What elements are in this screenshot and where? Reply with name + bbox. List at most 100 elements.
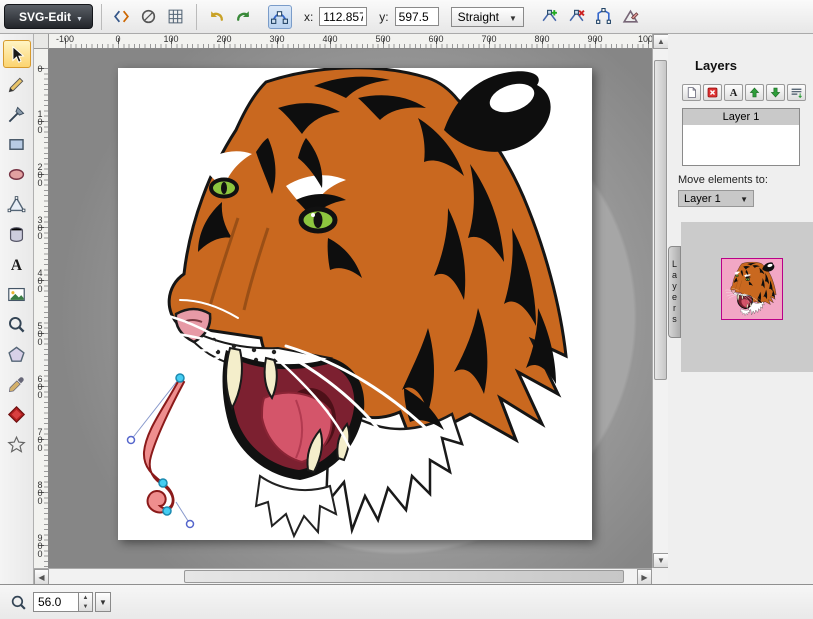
add-node-icon [541,8,558,25]
scroll-up-arrow[interactable]: ▲ [653,34,669,49]
source-code-icon [113,8,130,25]
convert-path-button[interactable] [619,5,643,29]
open-path-button[interactable] [592,5,616,29]
node-x-input[interactable] [319,7,367,26]
chevron-down-icon [76,10,83,24]
ruler-label: 600 [428,34,443,44]
ellipse-tool[interactable] [3,160,31,188]
scroll-right-arrow[interactable]: ▶ [637,569,652,585]
delete-layer-button[interactable] [703,84,722,101]
pen-line-icon [7,105,26,124]
canvas-artwork [118,68,592,540]
tb-group-node [538,5,643,29]
add-node-button[interactable] [538,5,562,29]
cylinder-tool[interactable] [3,220,31,248]
new-layer-button[interactable] [682,84,701,101]
scroll-left-arrow[interactable]: ◀ [34,569,49,585]
ruler-label: 0 [35,64,45,72]
canvas-workarea[interactable] [49,49,652,568]
red-diamond-icon [7,405,26,424]
horizontal-scroll-thumb[interactable] [184,570,624,583]
path-edit-overlay [128,374,194,528]
redo-button[interactable] [232,5,256,29]
ruler-corner [34,34,49,49]
grid-icon [167,8,184,25]
canvas-page[interactable] [118,68,592,540]
polygon-tool[interactable] [3,340,31,368]
move-layer-down-button[interactable] [766,84,785,101]
star-tool[interactable] [3,430,31,458]
layer-list[interactable]: Layer 1 [682,108,800,166]
ruler-label: 600 [35,374,45,398]
horizontal-scrollbar[interactable]: ◀ ▶ [34,568,652,584]
pentagon-icon [7,345,26,364]
zoom-step-down[interactable]: ▼ [79,602,92,611]
scroll-down-arrow[interactable]: ▼ [653,553,669,568]
open-path-icon [595,8,612,25]
path-control-point[interactable] [187,521,194,528]
select-tool[interactable] [3,40,31,68]
text-tool[interactable]: A [3,250,31,278]
zoom-tool[interactable] [3,310,31,338]
segment-type-select[interactable]: Straight [451,7,524,27]
image-icon [7,285,26,304]
ruler-label: 900 [35,533,45,557]
layer-buttons: A [682,84,806,101]
image-tool[interactable] [3,280,31,308]
svg-text:A: A [730,88,738,99]
ruler-label: 800 [534,34,549,44]
chevron-down-icon [740,193,748,205]
delete-node-icon [568,8,585,25]
undo-icon [208,8,225,25]
layers-handle-label: Layers [670,259,680,325]
tb-group-left [110,5,188,29]
svg-text:A: A [11,256,23,273]
path-node[interactable] [176,374,184,382]
tb-group-history [205,5,256,29]
path-node[interactable] [159,479,167,487]
wireframe-button[interactable] [164,5,188,29]
ruler-label: 500 [375,34,390,44]
ruler-label: 100 [163,34,178,44]
undo-button[interactable] [205,5,229,29]
node-y-input[interactable] [395,7,439,26]
ruler-label: 300 [35,215,45,239]
pencil-icon [7,75,26,94]
red-x-icon [706,86,719,99]
green-up-arrow-icon [748,86,761,99]
zoom-step-up[interactable]: ▲ [79,593,92,602]
green-down-arrow-icon [769,86,782,99]
svg-edit-menu-button[interactable]: SVG-Edit [4,4,93,29]
vertical-scroll-thumb[interactable] [654,60,667,380]
shape-library-tool[interactable] [3,400,31,428]
move-layer-up-button[interactable] [745,84,764,101]
vertical-scrollbar[interactable]: ▲ ▼ [652,34,668,568]
arrow-cursor-icon [7,45,26,64]
pencil-tool[interactable] [3,70,31,98]
rename-layer-button[interactable]: A [724,84,743,101]
layer-row[interactable]: Layer 1 [683,109,799,125]
path-control-point[interactable] [128,437,135,444]
layers-panel-handle[interactable]: Layers [668,246,681,338]
zoom-input[interactable] [33,592,79,612]
merge-layer-button[interactable] [787,84,806,101]
left-ruler: 0100200300400500600700800900 [34,49,49,568]
path-node[interactable] [163,507,171,515]
eyedropper-tool[interactable] [3,370,31,398]
zoom-stepper[interactable]: ▲ ▼ [79,592,93,612]
ruler-label: 200 [216,34,231,44]
line-tool[interactable] [3,100,31,128]
link-control-points-button[interactable] [268,5,292,29]
layers-panel-title: Layers [695,58,737,73]
node-link-icon [271,8,288,25]
tiger-thumbnail [721,258,783,320]
path-tool[interactable] [3,190,31,218]
shape-button[interactable] [137,5,161,29]
delete-node-button[interactable] [565,5,589,29]
rect-tool[interactable] [3,130,31,158]
move-elements-select[interactable]: Layer 1 [678,190,754,207]
ruler-label: 500 [35,321,45,345]
source-button[interactable] [110,5,134,29]
zoom-preset-dropdown[interactable]: ▼ [95,592,111,612]
node-y-label: y: [379,10,388,24]
